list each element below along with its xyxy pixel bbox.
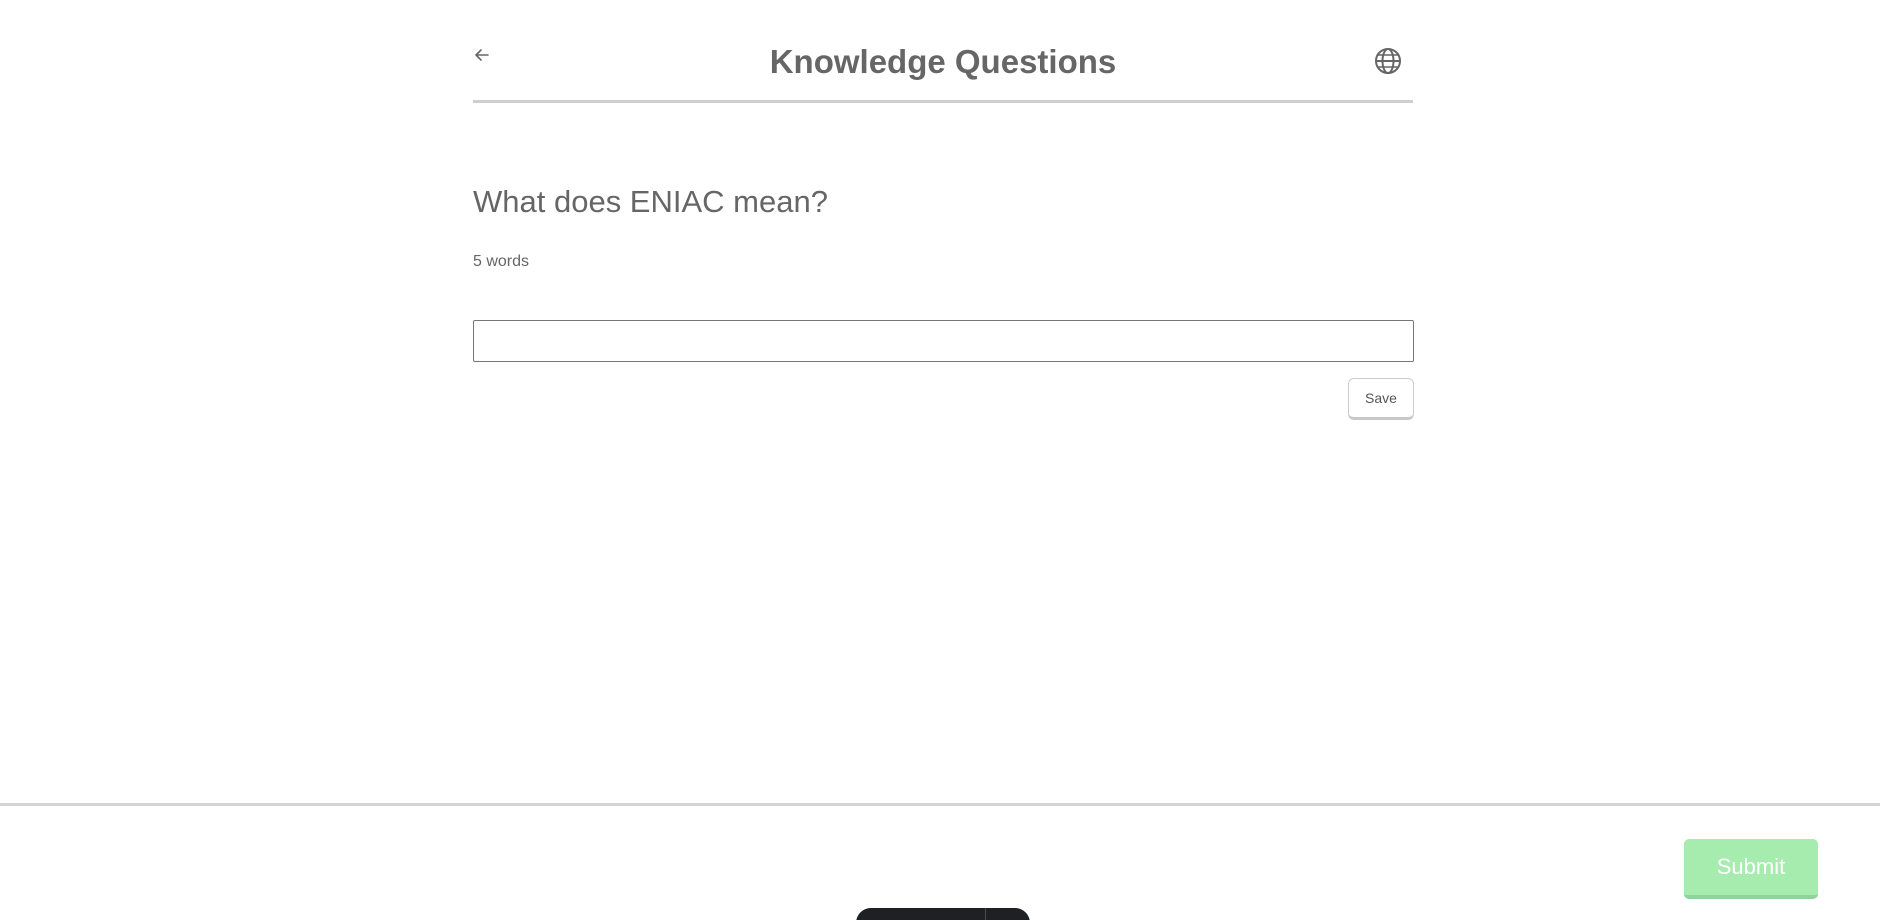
word-count-hint: 5 words [473, 253, 530, 270]
question-text: What does ENIAC mean? [473, 184, 828, 219]
footer-divider [0, 803, 1880, 806]
page-title: Knowledge Questions [769, 43, 1117, 80]
main-container: Knowledge Questions What does ENIAC mean… [473, 0, 1414, 420]
save-button[interactable]: Save [1348, 378, 1414, 420]
language-button[interactable] [1373, 46, 1403, 76]
floating-toolbar[interactable] [856, 908, 1030, 920]
page: Knowledge Questions What does ENIAC mean… [0, 0, 1880, 920]
globe-icon [1375, 48, 1401, 74]
submit-button[interactable]: Submit [1684, 839, 1818, 899]
header: Knowledge Questions [473, 0, 1413, 103]
toolbar-divider [985, 908, 986, 920]
answer-input[interactable] [473, 320, 1414, 362]
